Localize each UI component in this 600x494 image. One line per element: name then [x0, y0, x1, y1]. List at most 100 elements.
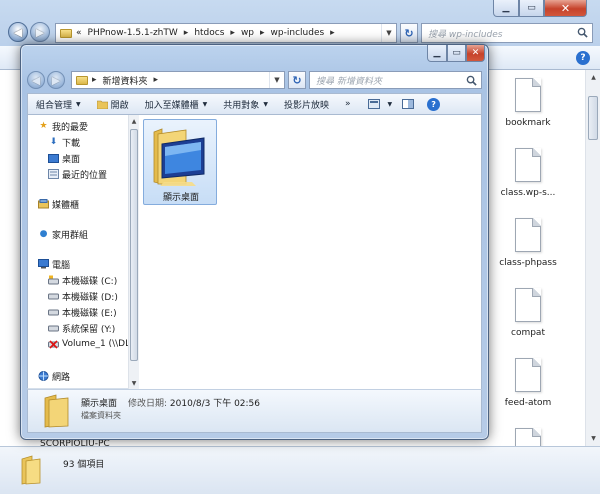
- details-pane: 顯示桌面 檔案資料夾 修改日期: 2010/8/3 下午 02:56: [27, 389, 482, 433]
- window-caption-buttons: ▁ ▭ ✕: [427, 45, 485, 62]
- scroll-down-icon[interactable]: ▼: [129, 377, 139, 389]
- preview-pane-icon: [402, 99, 415, 109]
- slide-show-button[interactable]: 投影片放映: [276, 93, 337, 115]
- breadcrumb-wp-includes[interactable]: wp-includes: [271, 28, 325, 38]
- nav-pane-scrollbar[interactable]: ▲ ▼: [128, 115, 139, 389]
- nav-network[interactable]: 網路: [38, 369, 70, 383]
- nav-downloads[interactable]: ⬇ 下載: [48, 135, 80, 149]
- search-icon: [466, 75, 477, 86]
- vertical-scrollbar[interactable]: ▲ ▼: [585, 70, 600, 446]
- change-view-button[interactable]: ▼: [364, 93, 396, 115]
- back-arrow-icon: ◀: [31, 73, 41, 87]
- nav-recent-places[interactable]: 最近的位置: [48, 167, 107, 181]
- scroll-up-icon[interactable]: ▲: [586, 70, 600, 85]
- scroll-thumb[interactable]: [588, 96, 598, 140]
- file-item[interactable]: class.wp-s...: [492, 148, 564, 198]
- search-input[interactable]: 搜尋 新增資料夾: [309, 71, 482, 89]
- dropdown-caret-icon: ▼: [76, 100, 81, 108]
- breadcrumb-phpnow[interactable]: PHPnow-1.5.1-zhTW: [88, 28, 178, 38]
- refresh-icon: ↻: [404, 26, 414, 40]
- organize-menu[interactable]: 組合管理 ▼: [28, 93, 89, 115]
- open-button[interactable]: 開啟: [89, 93, 137, 115]
- file-item[interactable]: bookmark: [492, 78, 564, 128]
- details-item-type: 檔案資料夾: [81, 411, 121, 420]
- scroll-up-icon[interactable]: ▲: [129, 115, 139, 127]
- file-item[interactable]: class-phpass: [492, 218, 564, 268]
- forward-arrow-icon: ▶: [51, 73, 61, 87]
- download-icon: ⬇: [49, 137, 58, 147]
- title-bar: ▁ ▭ ✕: [0, 0, 600, 20]
- nav-drive-y[interactable]: 系統保留 (Y:): [48, 321, 115, 335]
- details-item-name: 顯示桌面: [81, 399, 118, 409]
- maximize-button[interactable]: ▭: [519, 0, 544, 17]
- homegroup-icon: ●: [39, 229, 48, 239]
- help-icon[interactable]: ?: [576, 51, 590, 65]
- share-with-menu[interactable]: 共用對象 ▼: [215, 93, 276, 115]
- search-input[interactable]: 搜尋 wp-includes: [421, 23, 593, 43]
- folder-icon: [21, 455, 41, 485]
- back-arrow-icon: ◀: [13, 25, 23, 39]
- breadcrumb-overflow[interactable]: «: [76, 28, 82, 38]
- scroll-thumb[interactable]: [130, 129, 138, 361]
- help-button[interactable]: ?: [423, 93, 444, 115]
- refresh-icon: ↻: [292, 73, 302, 87]
- nav-drive-e[interactable]: 本機磁碟 (E:): [48, 305, 117, 319]
- document-icon: [515, 218, 541, 252]
- scroll-down-icon[interactable]: ▼: [586, 431, 600, 446]
- maximize-button[interactable]: ▭: [447, 45, 466, 62]
- nav-drive-d[interactable]: 本機磁碟 (D:): [48, 289, 118, 303]
- computer-name: SCORPIOLIU-PC: [40, 439, 110, 449]
- open-folder-icon: [96, 100, 108, 109]
- nav-drive-c[interactable]: 本機磁碟 (C:): [48, 273, 117, 287]
- breadcrumb-htdocs[interactable]: htdocs: [194, 28, 224, 38]
- search-icon: [577, 27, 588, 38]
- address-bar[interactable]: « PHPnow-1.5.1-zhTW ▸ htdocs ▸ wp ▸ wp-incl…: [55, 23, 397, 43]
- breadcrumb-wp[interactable]: wp: [241, 28, 254, 38]
- nav-network-drive[interactable]: Volume_1 (\\DL: [48, 337, 130, 351]
- minimize-button[interactable]: ▁: [493, 0, 519, 17]
- refresh-button[interactable]: ↻: [400, 23, 418, 43]
- modified-value: 2010/8/3 下午 02:56: [169, 399, 261, 409]
- close-button[interactable]: ✕: [544, 0, 587, 17]
- nav-favorites[interactable]: ★ 我的最愛: [38, 119, 88, 133]
- dropdown-caret-icon: ▼: [202, 100, 208, 108]
- computer-icon: [38, 259, 49, 270]
- file-list: 顯示桌面: [139, 115, 482, 389]
- address-bar[interactable]: ▸ 新增資料夾 ▸ ▼: [71, 71, 285, 89]
- file-item[interactable]: feed-atom: [492, 358, 564, 408]
- command-bar: 組合管理 ▼ 開啟 加入至媒體櫃 ▼ 共用對象 ▼ 投影片放映 » ▼ ?: [27, 93, 482, 115]
- nav-computer[interactable]: 電腦: [38, 257, 70, 271]
- refresh-button[interactable]: ↻: [288, 71, 306, 89]
- document-icon: [515, 288, 541, 322]
- system-drive-icon: [48, 275, 59, 286]
- minimize-button[interactable]: ▁: [427, 45, 447, 62]
- drive-icon: [48, 323, 59, 334]
- new-folder-window: ▁ ▭ ✕ ◀ ▶ ▸ 新增資料夾 ▸ ▼ ↻ 搜尋 新增資料夾 組合管理 ▼ 開…: [20, 44, 489, 440]
- folder-icon: [76, 75, 88, 85]
- close-button[interactable]: ✕: [466, 45, 485, 62]
- include-in-library-menu[interactable]: 加入至媒體櫃 ▼: [137, 93, 216, 115]
- document-icon: [515, 148, 541, 182]
- preview-pane-button[interactable]: [396, 93, 423, 115]
- address-dropdown-icon[interactable]: ▼: [269, 72, 284, 88]
- forward-button[interactable]: ▶: [47, 71, 65, 89]
- show-desktop-folder-icon: [153, 128, 205, 186]
- selected-file-item[interactable]: 顯示桌面: [143, 119, 217, 205]
- dropdown-caret-icon: ▼: [263, 100, 268, 108]
- nav-desktop[interactable]: 桌面: [48, 151, 80, 165]
- nav-libraries[interactable]: 媒體櫃: [38, 197, 79, 211]
- more-commands-button[interactable]: »: [337, 93, 359, 115]
- network-icon: [38, 371, 49, 382]
- drive-icon: [48, 291, 59, 302]
- back-button[interactable]: ◀: [8, 22, 28, 42]
- forward-button[interactable]: ▶: [30, 22, 50, 42]
- address-dropdown-icon[interactable]: ▼: [381, 24, 396, 42]
- back-button[interactable]: ◀: [27, 71, 45, 89]
- folder-icon: [44, 394, 69, 428]
- breadcrumb-new-folder[interactable]: 新增資料夾: [103, 74, 148, 87]
- file-item[interactable]: compat: [492, 288, 564, 338]
- dropdown-caret-icon: ▼: [387, 100, 393, 108]
- disconnected-drive-icon: [48, 339, 59, 350]
- document-icon: [515, 358, 541, 392]
- nav-homegroup[interactable]: ● 家用群組: [38, 227, 88, 241]
